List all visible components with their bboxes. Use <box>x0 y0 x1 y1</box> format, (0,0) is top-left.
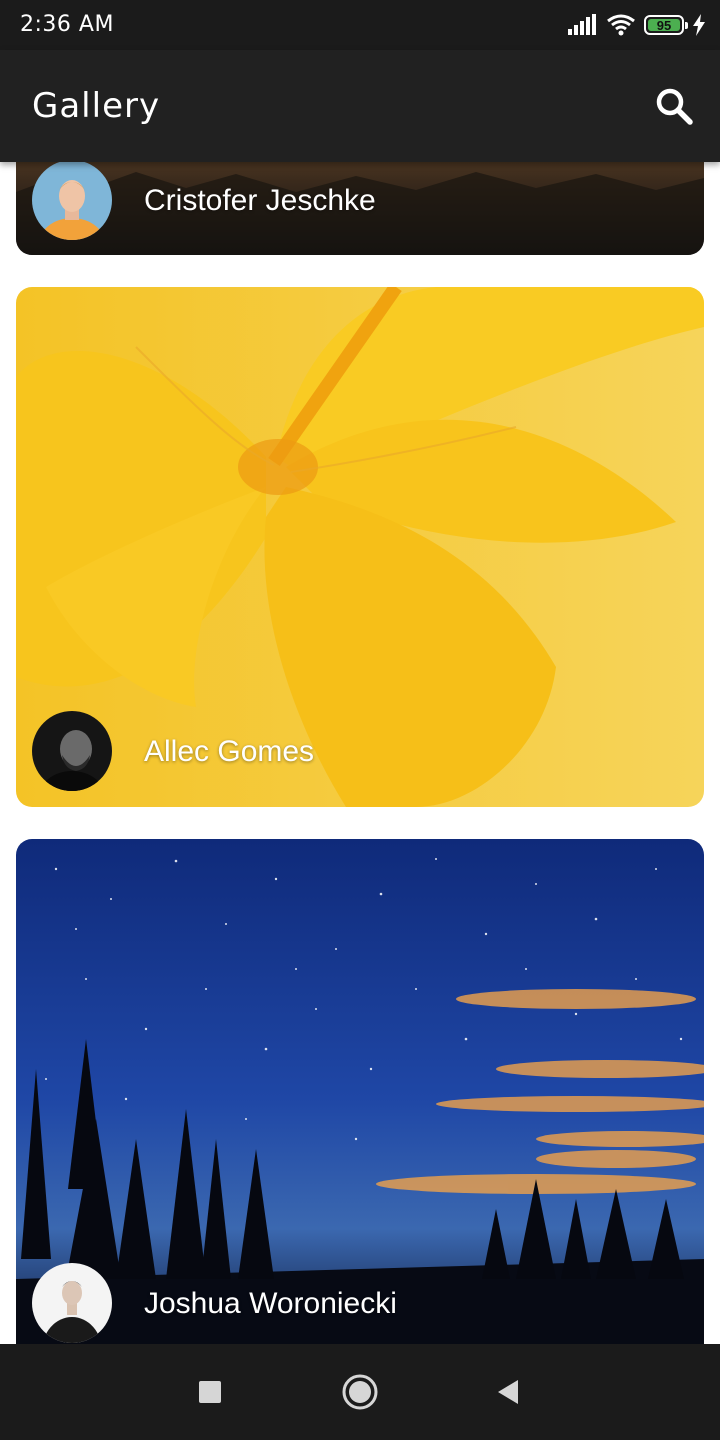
card-photo <box>16 287 704 807</box>
battery-level: 95 <box>656 17 672 33</box>
home-icon[interactable] <box>338 1370 382 1414</box>
card-author-name: Joshua Woroniecki <box>144 1287 397 1320</box>
gallery-card[interactable]: Joshua Woroniecki <box>16 839 704 1344</box>
back-icon[interactable] <box>486 1370 530 1414</box>
avatar[interactable] <box>32 1263 112 1343</box>
status-icons: 95 <box>568 12 706 38</box>
avatar[interactable] <box>32 162 112 240</box>
gallery-card[interactable]: Allec Gomes <box>16 287 704 807</box>
signal-icon <box>568 14 596 35</box>
page-title: Gallery <box>32 86 161 126</box>
card-photo <box>16 839 704 1344</box>
wifi-icon <box>607 14 635 36</box>
avatar[interactable] <box>32 711 112 791</box>
status-bar: 2:36 AM 95 <box>0 0 720 50</box>
gallery-card[interactable]: Cristofer Jeschke <box>16 162 704 255</box>
navigation-bar <box>0 1344 720 1440</box>
app-bar: Gallery <box>0 50 720 162</box>
search-icon[interactable] <box>654 86 694 126</box>
gallery-feed[interactable]: Cristofer Jeschke Allec Gomes Joshua Wor… <box>0 162 720 1344</box>
card-author-name: Allec Gomes <box>144 735 315 768</box>
recents-icon[interactable] <box>188 1370 232 1414</box>
card-author-name: Cristofer Jeschke <box>144 184 376 217</box>
status-time: 2:36 AM <box>20 12 114 37</box>
battery-icon: 95 <box>644 15 688 35</box>
charging-icon <box>693 14 705 36</box>
